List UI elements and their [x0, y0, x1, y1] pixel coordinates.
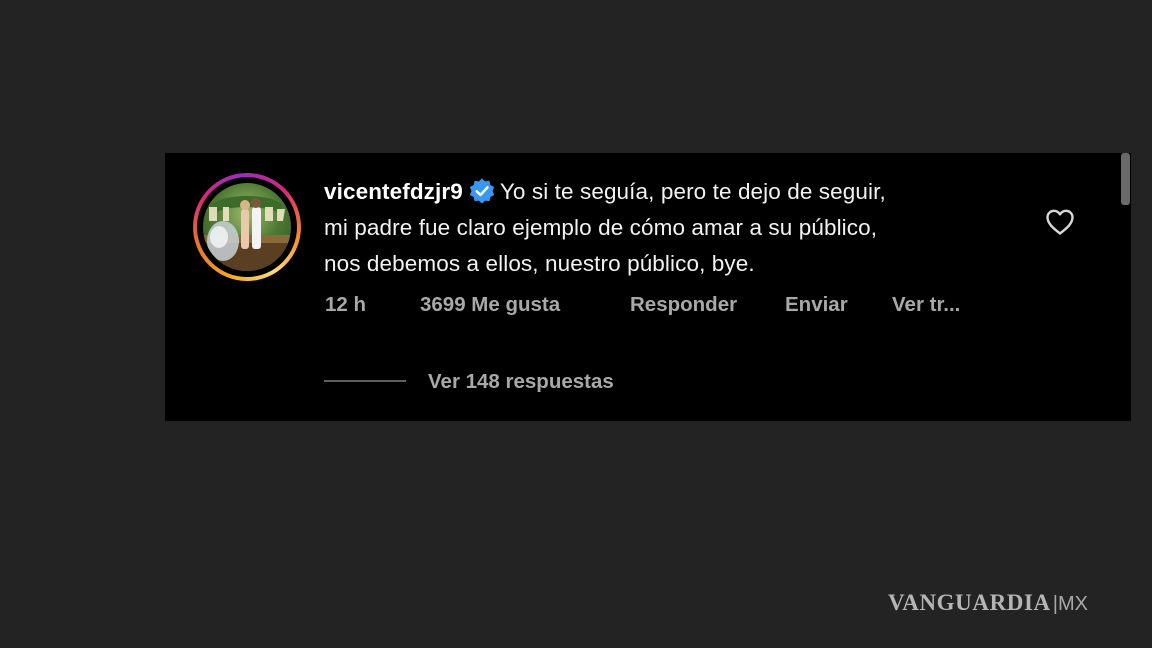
vanguardia-watermark: VANGUARDIA |MX [888, 590, 1088, 616]
comment-line-3: nos debemos a ellos, nuestro público, by… [324, 251, 755, 276]
send-button[interactable]: Enviar [785, 292, 848, 318]
watermark-suffix-text: MX [1057, 593, 1088, 615]
profile-photo-icon [203, 196, 291, 271]
verified-badge-icon [469, 178, 495, 204]
likes-count-button[interactable]: 3699 Me gusta [420, 292, 560, 318]
replies-divider [324, 380, 406, 382]
comment-text-1: Yo si te seguía, pero te dejo de seguir, [499, 179, 886, 204]
avatar-inner [197, 177, 297, 277]
reply-button[interactable]: Responder [630, 292, 737, 318]
comment-time: 12 h [325, 293, 367, 316]
avatar-photo [203, 183, 291, 271]
heart-outline-icon[interactable] [1044, 206, 1076, 238]
scrollbar[interactable] [1121, 153, 1130, 205]
comment-body: vicentefdzjr9 Yo si te seguía, pero te d… [324, 174, 1024, 282]
view-replies-button[interactable]: Ver 148 respuestas [428, 369, 614, 395]
avatar[interactable] [193, 173, 301, 281]
username-link[interactable]: vicentefdzjr9 [324, 179, 463, 204]
watermark-brand: VANGUARDIA [888, 590, 1051, 615]
watermark-suffix: |MX [1052, 593, 1088, 615]
translate-button[interactable]: Ver tr... [892, 292, 960, 318]
comment-line-2: mi padre fue claro ejemplo de cómo amar … [324, 215, 878, 240]
comment-line-1: vicentefdzjr9 Yo si te seguía, pero te d… [324, 174, 1024, 210]
